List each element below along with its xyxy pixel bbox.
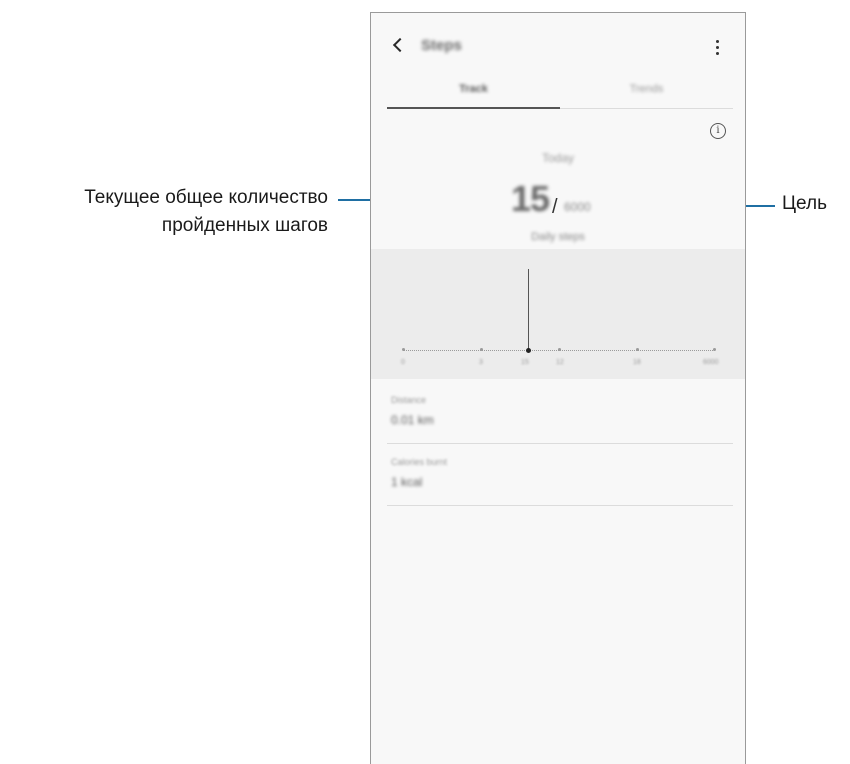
timeline-tick (402, 348, 405, 351)
current-time-marker-dot (526, 348, 531, 353)
stat-label-calories: Calories burnt (391, 457, 448, 467)
current-step-count: 15 (511, 178, 550, 219)
stat-row-distance: Distance 0.01 km (387, 381, 733, 444)
current-time-marker-line (528, 269, 529, 351)
phone-screen: Steps Track Trends i Today 15 / 6000 Dai… (370, 12, 746, 764)
timeline-tick (558, 348, 561, 351)
tab-active-indicator (387, 107, 560, 109)
callout-goal: Цель (782, 193, 827, 214)
timeline-tick-label: 12 (556, 359, 564, 366)
callout-current-steps: Текущее общее количество пройденных шаго… (84, 184, 328, 240)
timeline-tick (636, 348, 639, 351)
callout-current-steps-line1: Текущее общее количество (84, 187, 328, 208)
timeline-tick-label: 6000 (703, 359, 719, 366)
stat-row-calories: Calories burnt 1 kcal (387, 443, 733, 506)
tab-track[interactable]: Track (387, 83, 560, 95)
callout-current-steps-line2: пройденных шагов (161, 215, 328, 236)
steps-unit-label: Daily steps (531, 231, 585, 243)
timeline-tick (713, 348, 716, 351)
step-separator: / (552, 196, 558, 218)
info-icon[interactable]: i (710, 123, 726, 139)
stat-label-distance: Distance (391, 395, 427, 405)
day-label: Today (541, 151, 575, 165)
stat-value-distance: 0.01 km (391, 413, 434, 427)
more-options-icon[interactable] (716, 40, 719, 56)
timeline-tick-label: 0 (401, 359, 405, 366)
back-arrow-icon[interactable] (392, 37, 408, 53)
tab-bar: Track Trends (387, 83, 733, 109)
step-goal[interactable]: 6000 (564, 200, 591, 214)
app-bar: Steps (371, 13, 745, 83)
timeline-tick-label: 15 (521, 359, 529, 366)
timeline-tick (480, 348, 483, 351)
timeline-tick-label: 18 (633, 359, 641, 366)
page-title: Steps (421, 37, 462, 54)
tab-trends[interactable]: Trends (560, 83, 733, 95)
timeline-tick-label: 3 (479, 359, 483, 366)
step-timeline-chart: 0 3 15 12 18 6000 (371, 249, 745, 379)
stat-value-calories: 1 kcal (391, 475, 423, 489)
